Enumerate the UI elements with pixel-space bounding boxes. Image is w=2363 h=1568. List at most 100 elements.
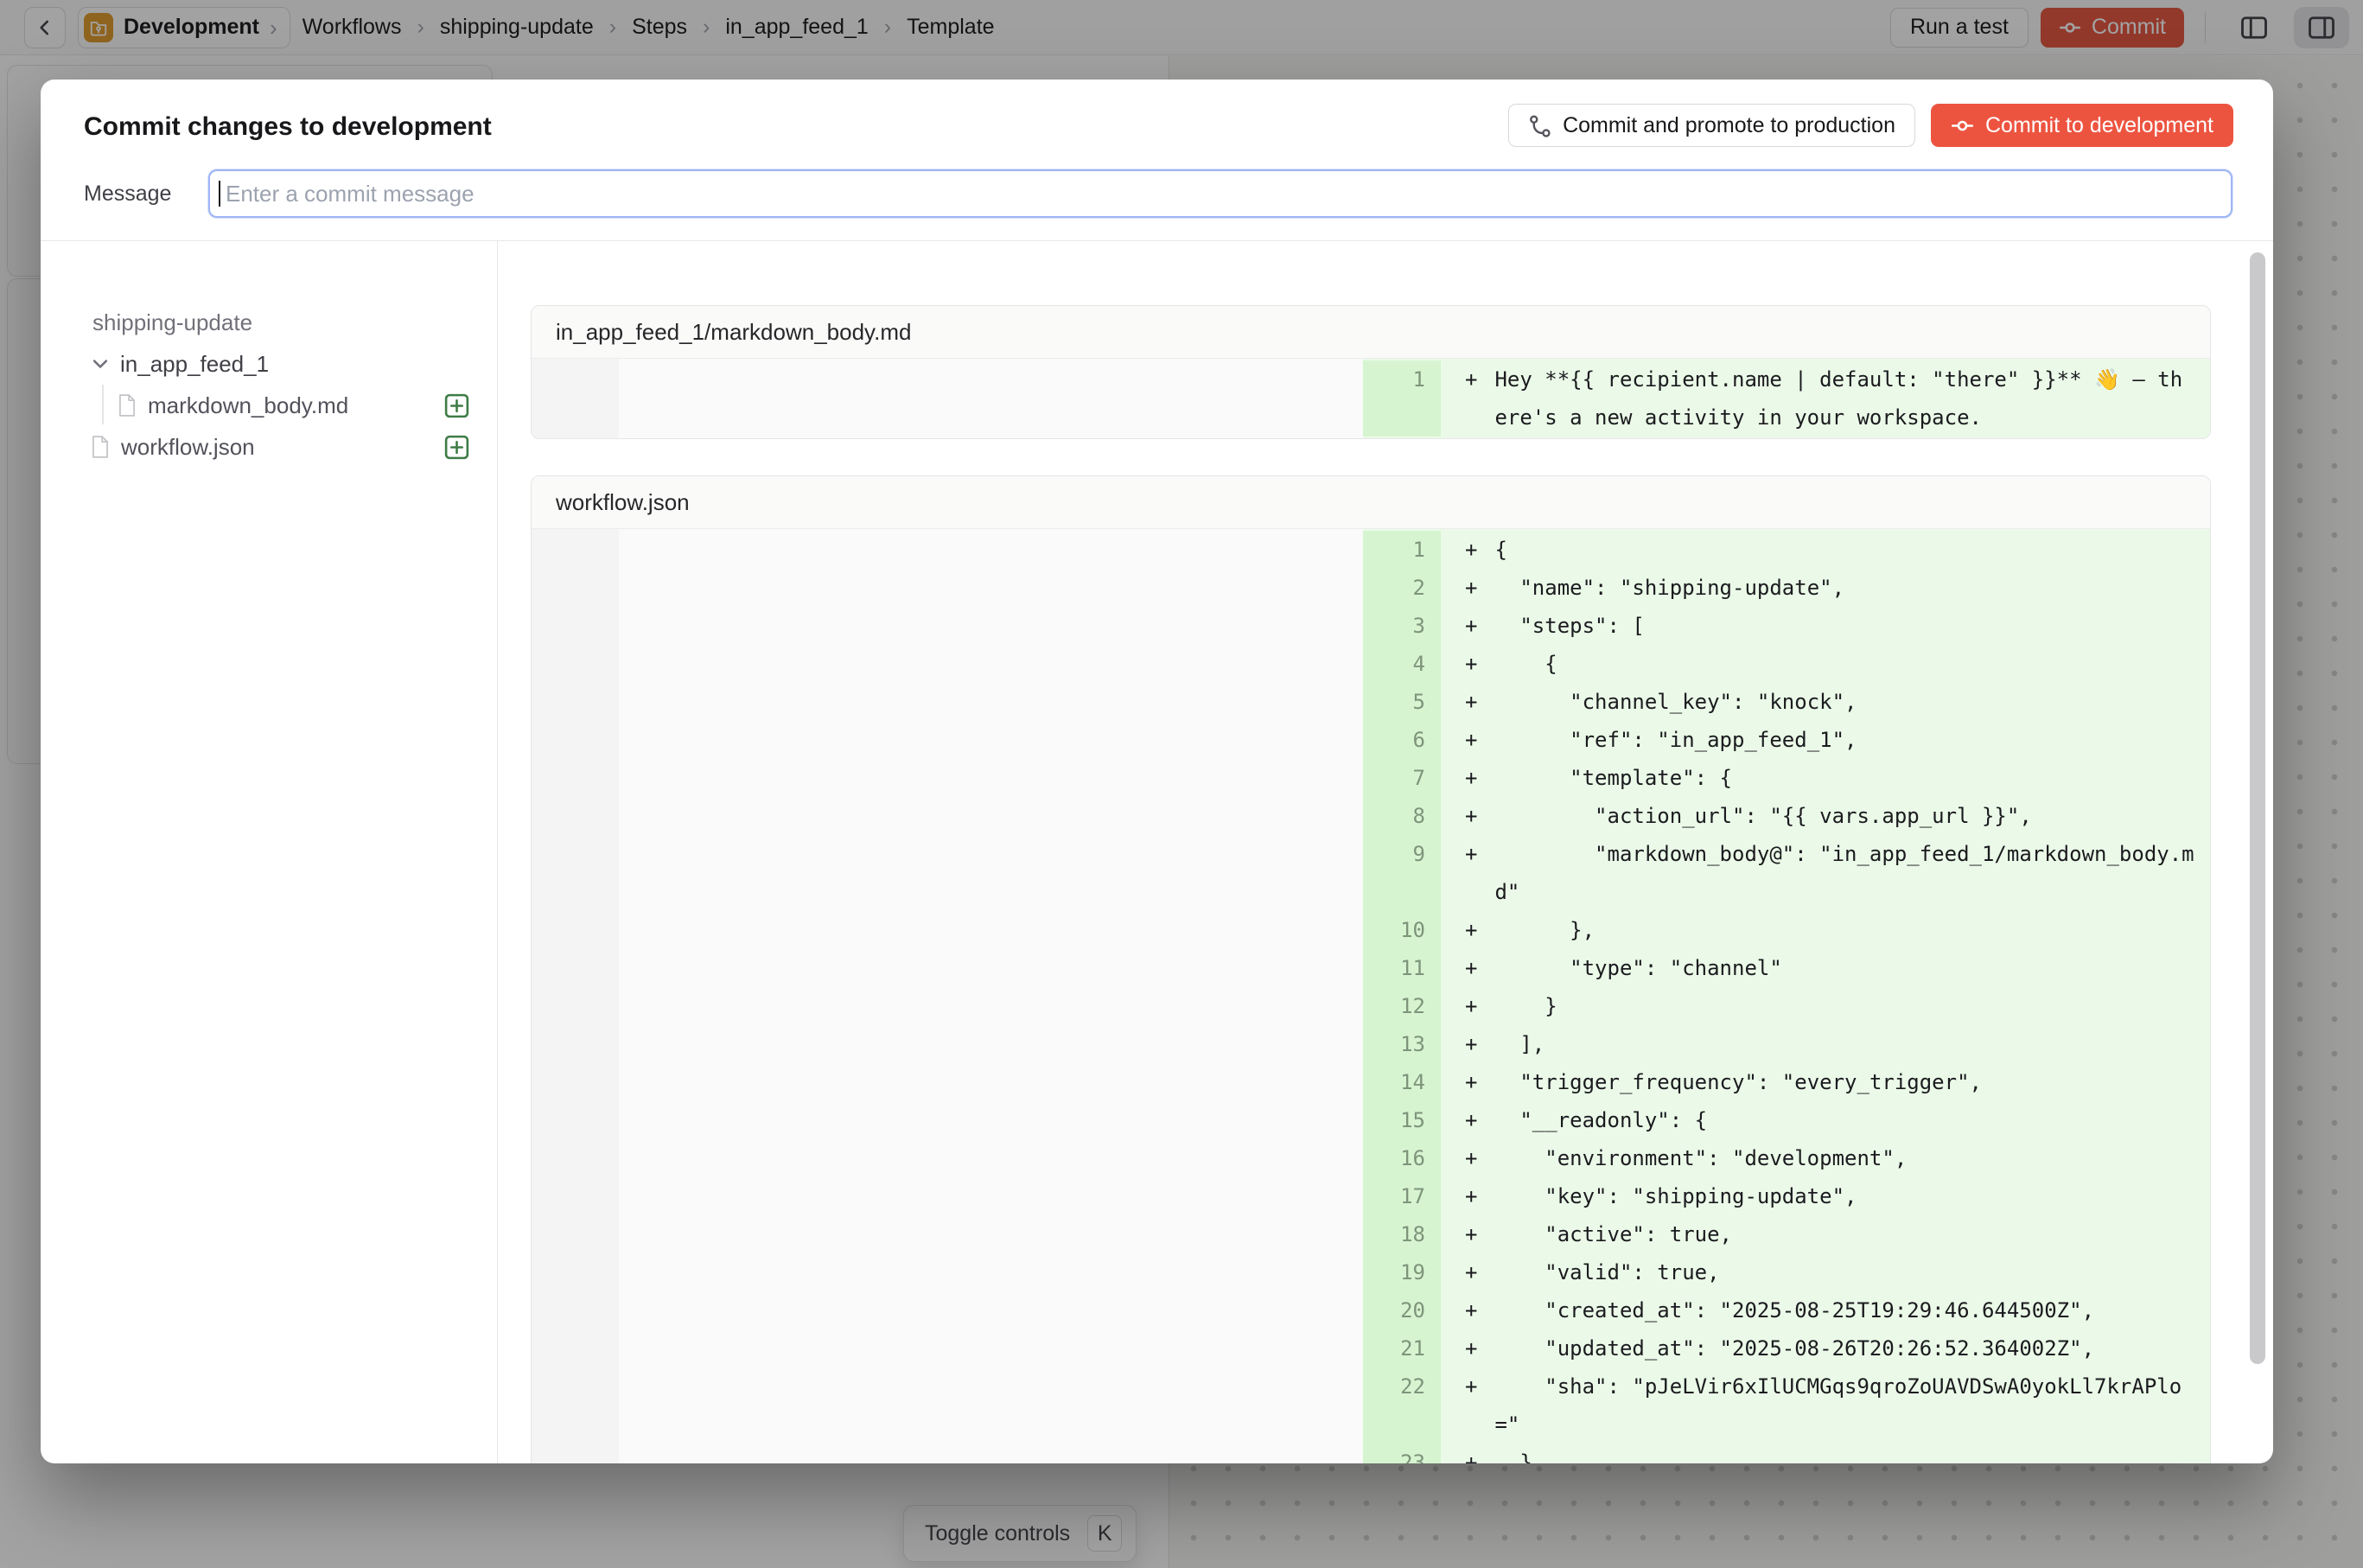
diff-added-line: 23+ }	[1363, 1444, 2210, 1463]
diff-added-line: 11+ "type": "channel"	[1363, 949, 2210, 987]
diff-plus-marker: +	[1465, 607, 1477, 645]
diff-plus-marker: +	[1465, 759, 1477, 797]
modal-actions: Commit and promote to production Commit …	[1508, 104, 2233, 147]
commit-message-row: Message	[84, 169, 2232, 218]
line-number: 12	[1363, 987, 1441, 1025]
diff-plus-marker: +	[1465, 911, 1477, 949]
line-number: 14	[1363, 1063, 1441, 1101]
line-number: 22	[1363, 1367, 1441, 1444]
modal-header: Commit changes to development Commit and…	[41, 80, 2273, 240]
diff-plus-marker: +	[1465, 1253, 1477, 1291]
message-label: Message	[84, 182, 208, 207]
diff-file-name: workflow.json	[532, 476, 2210, 529]
diff-panel-workflow-json: workflow.json 1+{2+ "name": "shipping-up…	[531, 475, 2211, 1463]
diff-plus-marker: +	[1465, 1444, 1477, 1463]
modal-scrollbar-thumb[interactable]	[2250, 252, 2265, 1364]
line-number: 7	[1363, 759, 1441, 797]
diff-added-line: 16+ "environment": "development",	[1363, 1139, 2210, 1177]
diff-added-line: 10+ },	[1363, 911, 2210, 949]
diff-added-line: 19+ "valid": true,	[1363, 1253, 2210, 1291]
line-number: 1	[1363, 360, 1441, 437]
diff-added-line: 22+ "sha": "pJeLVir6xIlUCMGqs9qroZoUAVDS…	[1363, 1367, 2210, 1444]
diff-plus-marker: +	[1465, 645, 1477, 683]
tree-item-markdown-body[interactable]: markdown_body.md	[41, 385, 497, 426]
code-line-text: "markdown_body@": "in_app_feed_1/markdow…	[1494, 835, 2194, 911]
code-line-text: "created_at": "2025-08-25T19:29:46.64450…	[1494, 1291, 2194, 1329]
diff-file-name: in_app_feed_1/markdown_body.md	[532, 306, 2210, 359]
diff-added-lines: 1 + Hey **{{ recipient.name | default: "th…	[1363, 359, 2210, 438]
tree-item-workflow-root[interactable]: shipping-update	[41, 302, 497, 343]
tree-indent-guide	[102, 385, 104, 424]
diff-plus-marker: +	[1465, 1025, 1477, 1063]
diff-list: in_app_feed_1/markdown_body.md 1 + Hey **{…	[498, 241, 2273, 1463]
diff-plus-marker: +	[1465, 1215, 1477, 1253]
code-line-text: {	[1494, 531, 2194, 569]
line-number: 2	[1363, 569, 1441, 607]
tree-item-step[interactable]: in_app_feed_1	[41, 343, 497, 385]
diff-added-line: 3 + "steps": [	[1363, 607, 2210, 645]
line-number: 9	[1363, 835, 1441, 911]
diff-added-line: 18+ "active": true,	[1363, 1215, 2210, 1253]
diff-plus-marker: +	[1465, 797, 1477, 835]
diff-plus-marker: +	[1465, 569, 1477, 607]
diff-added-line: 21+ "updated_at": "2025-08-26T20:26:52.3…	[1363, 1329, 2210, 1367]
diff-plus-marker: +	[1465, 1291, 1477, 1329]
line-number: 18	[1363, 1215, 1441, 1253]
diff-added-line: 12 + }	[1363, 987, 2210, 1025]
diff-plus-marker: +	[1465, 1063, 1477, 1101]
code-line-text: Hey **{{ recipient.name | default: "ther…	[1494, 360, 2194, 437]
diff-added-line: 6+ "ref": "in_app_feed_1",	[1363, 721, 2210, 759]
code-line-text: "__readonly": {	[1494, 1101, 2194, 1139]
file-icon	[117, 393, 137, 417]
line-number: 15	[1363, 1101, 1441, 1139]
diff-added-lines: 1+{2+ "name": "shipping-update",3+ "step…	[1363, 529, 2210, 1463]
diff-panel-markdown-body: in_app_feed_1/markdown_body.md 1 + Hey **{…	[531, 305, 2211, 439]
code-line-text: "type": "channel"	[1494, 949, 2194, 987]
diff-plus-marker: +	[1465, 835, 1477, 873]
chevron-down-icon	[91, 354, 110, 373]
line-number: 5	[1363, 683, 1441, 721]
code-line-text: {	[1494, 645, 2194, 683]
commit-to-development-button[interactable]: Commit to development	[1931, 104, 2233, 147]
line-number: 10	[1363, 911, 1441, 949]
diff-body: 1 + Hey **{{ recipient.name | default: "th…	[532, 359, 2210, 438]
diff-plus-marker: +	[1465, 683, 1477, 721]
diff-plus-marker: +	[1465, 987, 1477, 1025]
commit-message-input[interactable]	[208, 169, 2232, 218]
file-icon	[90, 435, 111, 459]
tree-item-workflow-json[interactable]: workflow.json	[41, 426, 497, 468]
line-number: 21	[1363, 1329, 1441, 1367]
diff-plus-marker: +	[1465, 531, 1477, 569]
code-line-text: "name": "shipping-update",	[1494, 569, 2194, 607]
code-line-text: "updated_at": "2025-08-26T20:26:52.36400…	[1494, 1329, 2194, 1367]
diff-added-line: 20 + "created_at": "2025-08-25T19:29:46.6…	[1363, 1291, 2210, 1329]
commit-modal: Commit changes to development Commit and…	[41, 80, 2273, 1463]
changed-files-tree: shipping-update in_app_feed_1 markdown_b…	[41, 241, 497, 1463]
diff-added-line: 17+ "key": "shipping-update",	[1363, 1177, 2210, 1215]
code-line-text: "key": "shipping-update",	[1494, 1177, 2194, 1215]
diff-added-line: 14+ "trigger_frequency": "every_trigger"…	[1363, 1063, 2210, 1101]
line-number: 6	[1363, 721, 1441, 759]
diff-added-line: 1 + Hey **{{ recipient.name | default: "th…	[1363, 360, 2210, 437]
file-added-icon	[443, 392, 471, 420]
diff-body: 1+{2+ "name": "shipping-update",3+ "step…	[532, 529, 2210, 1463]
diff-plus-marker: +	[1465, 1367, 1477, 1405]
code-line-text: "steps": [	[1494, 607, 2194, 645]
code-line-text: }	[1494, 1444, 2194, 1463]
line-number: 4	[1363, 645, 1441, 683]
file-added-icon	[443, 433, 471, 462]
promote-branch-icon	[1528, 114, 1551, 137]
diff-plus-marker: +	[1465, 360, 1477, 398]
line-number: 3	[1363, 607, 1441, 645]
code-line-text: "channel_key": "knock",	[1494, 683, 2194, 721]
diff-old-content	[619, 529, 1363, 1463]
line-number: 20	[1363, 1291, 1441, 1329]
diff-added-line: 4 + {	[1363, 645, 2210, 683]
code-line-text: }	[1494, 987, 2194, 1025]
commit-and-promote-button[interactable]: Commit and promote to production	[1508, 104, 1915, 147]
diff-plus-marker: +	[1465, 721, 1477, 759]
diff-plus-marker: +	[1465, 1101, 1477, 1139]
line-number: 13	[1363, 1025, 1441, 1063]
line-number: 11	[1363, 949, 1441, 987]
code-line-text: "action_url": "{{ vars.app_url }}",	[1494, 797, 2194, 835]
